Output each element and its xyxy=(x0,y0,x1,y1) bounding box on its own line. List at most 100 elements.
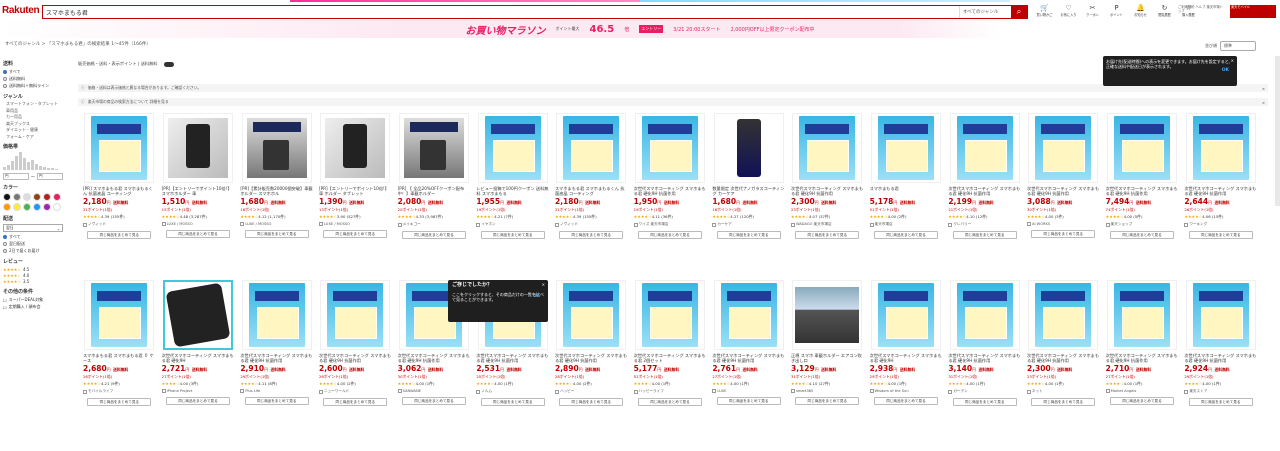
shop-name[interactable]: 楽天ストア xyxy=(1184,389,1257,394)
product-image[interactable] xyxy=(1185,280,1256,350)
compare-button[interactable]: 同じ商品をまとめて見る xyxy=(401,231,466,239)
product-title[interactable]: 次世代スマホコーティング スマホまもる君 硬化9H xyxy=(870,353,943,363)
shipping-option[interactable]: 送料無料 xyxy=(3,76,73,82)
compare-button[interactable]: 同じ商品をまとめて見る xyxy=(1031,230,1096,238)
product-review[interactable]: ★★★★☆4.07 (37件) xyxy=(791,214,864,220)
color-swatch[interactable] xyxy=(13,203,21,211)
compare-button[interactable]: 同じ商品をまとめて見る xyxy=(952,231,1017,239)
compare-button[interactable]: 同じ商品をまとめて見る xyxy=(87,398,152,406)
product-title[interactable]: 次世代スマホコーティング スマホまもる君 硬化9H 抗菌作用 xyxy=(555,353,628,363)
product-image[interactable] xyxy=(713,113,784,183)
product-image[interactable] xyxy=(1106,113,1177,183)
product-review[interactable]: ★★★★☆4.00 (2件) xyxy=(555,381,628,387)
product-review[interactable]: ★★★★☆4.48 (3,287件) xyxy=(162,214,235,220)
compare-button[interactable]: 同じ商品をまとめて見る xyxy=(480,398,545,406)
compare-button[interactable]: 同じ商品をまとめて見る xyxy=(244,397,309,405)
shipping-toggle[interactable] xyxy=(164,61,175,67)
review-filter[interactable]: ★★★★☆ 4.0 xyxy=(3,273,73,278)
product-review[interactable]: ★★★★☆4.27 (120件) xyxy=(712,214,785,220)
shop-name[interactable]: Wisdom of the Sun xyxy=(869,389,943,393)
product-review[interactable]: ★★★★☆4.21 (9件) xyxy=(83,381,156,387)
product-title[interactable]: 次世代スマホコーティング スマホまもる君 硬化9H 抗菌作用 xyxy=(319,353,392,363)
shop-name[interactable]: ノルム xyxy=(476,389,549,394)
product-title[interactable]: 次世代スマホコーティング スマホまもる君 硬化9H 抗菌作用 xyxy=(240,353,313,363)
product-review[interactable]: ★★★★☆4.00 (1件) xyxy=(476,381,549,387)
shop-name[interactable]: ガーデン xyxy=(948,389,1021,394)
close-icon[interactable]: × xyxy=(1262,100,1265,105)
shop-name[interactable]: LUXE xyxy=(712,389,785,393)
shop-name[interactable]: iPhone Project xyxy=(161,389,235,393)
product-review[interactable]: ★★★★☆4.12 (1,170件) xyxy=(240,214,313,220)
product-title[interactable]: 次世代スマホコーティング スマホまもる君 硬化9H 抗菌作用 xyxy=(1106,186,1179,196)
scrollbar[interactable] xyxy=(1275,56,1280,206)
compare-button[interactable]: 同じ商品をまとめて見る xyxy=(323,230,388,238)
color-swatch[interactable] xyxy=(3,193,11,201)
product-image[interactable] xyxy=(241,280,312,350)
product-card[interactable]: 次世代スマホコーティング スマホまもる君 2個セット 5,177円 送料無料 51ポ… xyxy=(631,280,710,441)
shop-name[interactable]: Market Angels xyxy=(1105,389,1179,393)
shop-name[interactable]: ハッピー xyxy=(554,389,628,394)
product-image[interactable] xyxy=(949,113,1020,183)
genre-select[interactable]: すべてのジャンル xyxy=(959,6,1011,18)
product-card[interactable]: 次世代スマホコーティング スマホまもる君 硬化9H 抗菌作用 2,300円 送料無… xyxy=(788,113,867,274)
compare-button[interactable]: 同じ商品をまとめて見る xyxy=(1188,231,1253,239)
header-icon-button[interactable]: ↻ 閲覧履歴 xyxy=(1154,4,1175,17)
color-swatch[interactable] xyxy=(33,203,41,211)
product-title[interactable]: 次世代スマホコーティング スマホまもる君 硬化9H 抗菌作用 xyxy=(1184,353,1257,363)
product-title[interactable]: スマホまもる君 スマホまもるくん 抗菌液晶 コーティング xyxy=(555,186,628,196)
compare-button[interactable]: 同じ商品をまとめて見る xyxy=(873,231,938,239)
product-review[interactable]: ★★★★☆4.00 (1件) xyxy=(398,381,471,387)
compare-button[interactable]: 同じ商品をまとめて見る xyxy=(952,398,1017,406)
product-card[interactable]: 次世代スマホコーティング スマホまもる君 硬化9H 抗菌作用 2,199円 送料無… xyxy=(945,113,1024,274)
product-title[interactable]: 次世代スマホコーティング スマホまもる君 硬化9H 抗菌作用 xyxy=(398,353,471,363)
shop-name[interactable]: AI WORKS xyxy=(1026,222,1100,226)
header-links[interactable]: ご利用規約 ヘルプ 楽天市場トップ xyxy=(1178,5,1226,13)
compare-button[interactable]: 同じ商品をまとめて見る xyxy=(480,231,545,239)
shop-name[interactable]: ワイズ 楽天市場店 xyxy=(633,222,707,227)
color-swatch[interactable] xyxy=(23,203,31,211)
shop-name[interactable]: ノヴィッド xyxy=(83,222,156,227)
color-swatch[interactable] xyxy=(43,193,51,201)
compare-button[interactable]: 同じ商品をまとめて見る xyxy=(637,398,702,406)
product-image[interactable] xyxy=(1106,280,1177,350)
product-card[interactable]: 次世代スマホコーティング スマホまもる君 硬化9H 抗菌作用 2,710円 送料無… xyxy=(1103,280,1182,441)
product-title[interactable]: [PR]【累計販売数20000個突破】車載ホルダー スマホホル xyxy=(240,186,313,196)
product-review[interactable]: ★★★★☆4.00 (2件) xyxy=(870,214,943,220)
product-image[interactable] xyxy=(241,113,312,183)
header-icon-button[interactable]: P ポイント xyxy=(1106,4,1127,17)
shop-name[interactable]: ハッピーライフ xyxy=(633,389,707,394)
product-image[interactable] xyxy=(792,113,863,183)
product-card[interactable]: [PR] スマホまもる君 スマホまもるくん 抗菌液晶 コーティング 2,180円 … xyxy=(80,113,159,274)
delivery-option[interactable]: 翌日配送 xyxy=(3,241,73,247)
product-review[interactable]: ★★★★☆4.00 (1件) xyxy=(870,381,943,387)
compare-button[interactable]: 同じ商品をまとめて見る xyxy=(873,397,938,405)
product-image[interactable] xyxy=(870,280,941,350)
product-title[interactable]: 次世代スマホコーティング スマホまもる君 硬化9H 抗菌作用 xyxy=(476,353,549,363)
product-title[interactable]: レビュー投稿で100円クーポン 送料無料 スマホまもる xyxy=(476,186,549,196)
product-review[interactable]: ★★★★☆4.11 (36件) xyxy=(634,214,707,220)
shop-name[interactable]: ワーキング xyxy=(1184,222,1257,227)
product-card[interactable]: スマホまもる君 スマホまもるくん 抗菌液晶 コーティング 2,180円 送料無料 2… xyxy=(552,113,631,274)
header-icon-button[interactable]: ♡ お気に入り xyxy=(1058,4,1079,17)
product-image[interactable] xyxy=(1028,280,1099,350)
product-title[interactable]: 次世代スマホコーティング スマホまもる君 硬化9H 抗菌作用 xyxy=(1027,186,1100,196)
compare-button[interactable]: 同じ商品をまとめて見る xyxy=(165,230,230,238)
product-image[interactable] xyxy=(84,280,155,350)
shop-name[interactable]: モバイルライフ xyxy=(83,389,156,394)
product-title[interactable]: [PR]【エントリーでポイント10倍!】 車 ホルダー タブレット xyxy=(319,186,392,196)
shop-name[interactable]: カーケア xyxy=(712,222,785,227)
shop-name[interactable]: メイキゴー xyxy=(397,222,471,227)
genre-link[interactable]: ダイエット・健康 xyxy=(6,127,73,133)
compare-button[interactable]: 同じ商品をまとめて見る xyxy=(559,398,624,406)
compare-button[interactable]: 同じ商品をまとめて見る xyxy=(323,398,388,406)
color-swatch[interactable] xyxy=(33,193,41,201)
compare-button[interactable]: 同じ商品をまとめて見る xyxy=(795,231,860,239)
other-filter[interactable]: ☐ 定期購入 / 頒布会 xyxy=(3,304,73,310)
product-title[interactable]: 次世代スマホコーティング スマホまもる君 硬化9H xyxy=(162,353,235,363)
other-filter[interactable]: ☐ スーパーDEAL対象 xyxy=(3,297,73,303)
product-card[interactable]: スマホまもる君 5,178円 送料無料 51ポイント(1倍) ★★★★☆4.00 (2… xyxy=(867,113,946,274)
product-card[interactable]: [PR]【エントリーでポイント10倍!】スマホホルダー 車 1,510円 送料無料… xyxy=(159,113,238,274)
shipping-option[interactable]: すべて xyxy=(3,69,73,75)
product-title[interactable]: 正規 スマホ 車載ホルダー エアコン吹き出し口 xyxy=(791,353,864,363)
product-review[interactable]: ★★★★☆4.21 (7件) xyxy=(476,214,549,220)
